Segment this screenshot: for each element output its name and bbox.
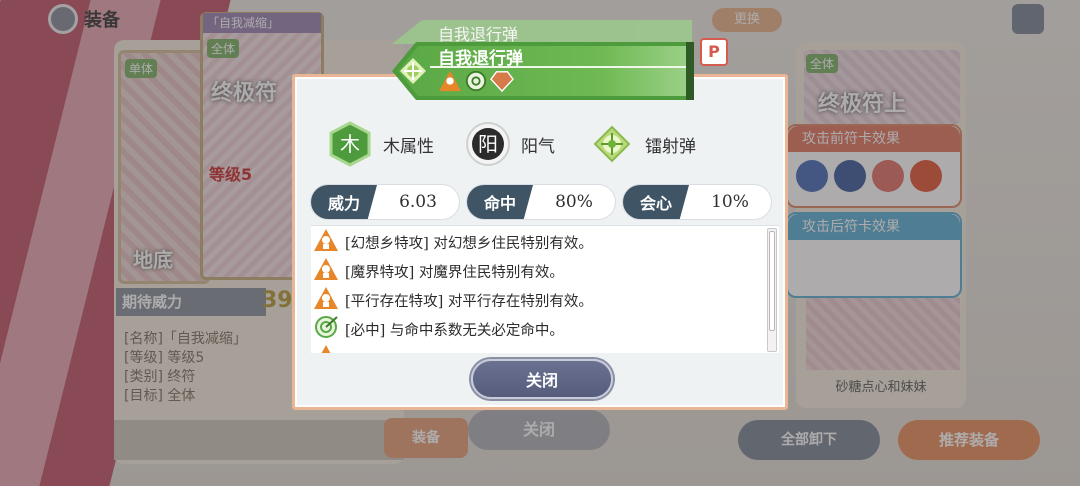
- bullet-title-banner: 自我退行弹: [392, 42, 694, 100]
- attribute-label: 木属性: [383, 136, 434, 157]
- sure-hit-icon: [464, 70, 488, 96]
- bullet-name: 自我退行弹: [438, 49, 523, 69]
- trait-text: [魔界特攻] 对魔界住民特别有效。: [345, 264, 564, 281]
- bullet-detail-dialog: 木 木属性 阳 阳气 镭射弹 威力 6.03 命中 80% 会心 10% [幻想…: [292, 74, 788, 410]
- banner-endcap: [686, 42, 694, 100]
- special-attack-icon: [313, 257, 339, 285]
- stat-value: 10%: [711, 192, 749, 212]
- trait-text: [平行存在特攻] 对平行存在特别有效。: [345, 293, 593, 310]
- attribute-bullet-type: 镭射弹: [589, 119, 696, 169]
- previous-bullet-banner: 自我退行弹: [392, 20, 692, 44]
- special-attack-icon: [313, 286, 339, 314]
- attribute-qi: 阳 阳气: [465, 119, 555, 169]
- yang-glyph: 阳: [478, 132, 498, 156]
- special-attack-icon: [438, 70, 462, 96]
- trait-item-partial: [313, 344, 339, 353]
- p-badge: P: [700, 38, 728, 66]
- attribute-element: 木 木属性: [327, 119, 434, 169]
- attribute-label: 镭射弹: [645, 136, 696, 157]
- stat-accuracy: 命中 80%: [467, 185, 615, 219]
- sure-hit-icon: [313, 315, 339, 343]
- scrollbar-thumb[interactable]: [769, 231, 775, 331]
- wood-element-icon: 木: [327, 121, 373, 167]
- banner-bullet-icon: [396, 54, 430, 92]
- special-attack-icon: [313, 228, 339, 256]
- trait-scrollbar[interactable]: [767, 228, 777, 352]
- stat-power: 威力 6.03: [311, 185, 459, 219]
- radial-bullet-icon: [589, 121, 635, 167]
- yang-qi-icon: 阳: [465, 121, 511, 167]
- attribute-row: 木 木属性 阳 阳气 镭射弹: [327, 119, 767, 169]
- trait-text: [幻想乡特攻] 对幻想乡住民特别有效。: [345, 235, 593, 252]
- trait-text: [必中] 与命中系数无关必定命中。: [345, 322, 564, 339]
- stat-value: 6.03: [399, 192, 437, 212]
- stat-label: 命中: [467, 185, 533, 219]
- gem-icon: [490, 70, 514, 96]
- banner-trait-icons: [438, 70, 514, 96]
- trait-item: [平行存在特攻] 对平行存在特别有效。: [313, 286, 593, 314]
- trait-item: [必中] 与命中系数无关必定命中。: [313, 315, 564, 343]
- trait-item: [魔界特攻] 对魔界住民特别有效。: [313, 257, 564, 285]
- stat-value: 80%: [555, 192, 593, 212]
- stat-label: 会心: [623, 185, 689, 219]
- attribute-label: 阳气: [521, 136, 555, 157]
- trait-item: [幻想乡特攻] 对幻想乡住民特别有效。: [313, 228, 593, 256]
- trait-list[interactable]: [幻想乡特攻] 对幻想乡住民特别有效。 [魔界特攻] 对魔界住民特别有效。 [平…: [311, 225, 779, 353]
- stat-label: 威力: [311, 185, 377, 219]
- close-button[interactable]: 关闭: [471, 359, 613, 399]
- special-attack-icon: [313, 344, 339, 353]
- stat-critical: 会心 10%: [623, 185, 771, 219]
- stat-row: 威力 6.03 命中 80% 会心 10%: [311, 185, 771, 219]
- wood-glyph: 木: [340, 132, 360, 156]
